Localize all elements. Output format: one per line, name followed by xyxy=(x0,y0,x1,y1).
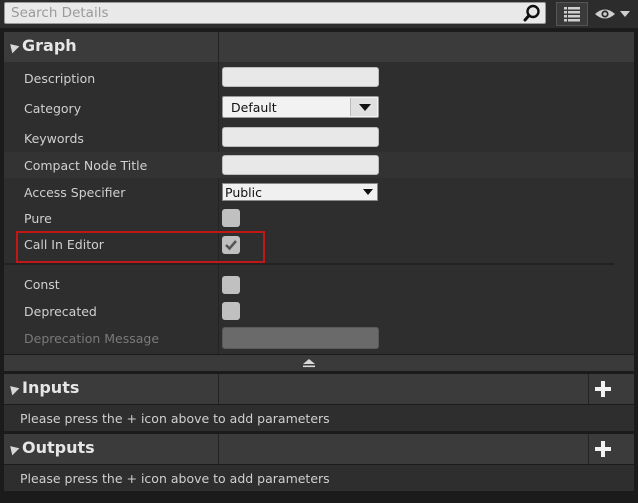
deprecation-message-field xyxy=(222,327,379,349)
category-dropdown-button[interactable] xyxy=(350,98,377,116)
collapse-arrow-icon[interactable] xyxy=(6,382,20,396)
access-specifier-select[interactable]: Public xyxy=(222,183,378,201)
outputs-empty-message: Please press the + icon above to add par… xyxy=(20,471,330,486)
add-output-button[interactable] xyxy=(592,438,614,460)
section-title: Graph xyxy=(22,36,77,55)
chevron-down-icon xyxy=(363,189,373,195)
add-input-button[interactable] xyxy=(592,378,614,400)
keywords-field[interactable] xyxy=(222,127,379,147)
section-title: Outputs xyxy=(22,438,95,457)
divider xyxy=(4,263,614,265)
property-label: Pure xyxy=(24,211,52,226)
inputs-empty-message: Please press the + icon above to add par… xyxy=(20,411,330,426)
property-label: Keywords xyxy=(24,131,84,146)
description-field[interactable] xyxy=(222,67,379,87)
highlight-box xyxy=(16,231,265,263)
search-input[interactable] xyxy=(11,4,511,22)
property-label: Access Specifier xyxy=(24,185,126,200)
collapse-arrow-icon[interactable] xyxy=(6,442,20,456)
chevron-down-icon xyxy=(359,104,371,111)
graph-section-header[interactable]: Graph xyxy=(4,32,634,62)
pure-checkbox[interactable] xyxy=(222,209,240,227)
property-label: Category xyxy=(24,101,82,116)
advanced-toggle-bar[interactable] xyxy=(4,355,634,371)
access-specifier-value: Public xyxy=(225,185,262,200)
category-value: Default xyxy=(231,100,277,115)
section-title: Inputs xyxy=(22,378,80,397)
collapse-arrow-icon[interactable] xyxy=(6,40,20,54)
inputs-section-header[interactable]: Inputs xyxy=(4,374,634,404)
chevron-down-icon xyxy=(620,11,630,17)
property-label: Description xyxy=(24,71,96,86)
compact-node-title-field[interactable] xyxy=(222,155,379,175)
outputs-section-header[interactable]: Outputs xyxy=(4,434,634,464)
property-label: Deprecation Message xyxy=(24,331,160,346)
grid-list-icon xyxy=(564,7,580,22)
chevron-up-icon xyxy=(303,359,315,368)
eye-icon xyxy=(595,9,630,19)
const-checkbox[interactable] xyxy=(222,276,240,294)
details-toolbar xyxy=(0,0,638,28)
view-options-button[interactable] xyxy=(593,2,635,26)
property-matrix-button[interactable] xyxy=(556,2,588,26)
property-label: Deprecated xyxy=(24,304,97,319)
search-box[interactable] xyxy=(4,2,546,24)
category-combobox[interactable]: Default xyxy=(222,96,379,118)
property-label: Const xyxy=(24,277,60,292)
search-icon[interactable] xyxy=(523,4,541,22)
property-label: Compact Node Title xyxy=(24,158,148,173)
deprecated-checkbox[interactable] xyxy=(222,302,240,320)
